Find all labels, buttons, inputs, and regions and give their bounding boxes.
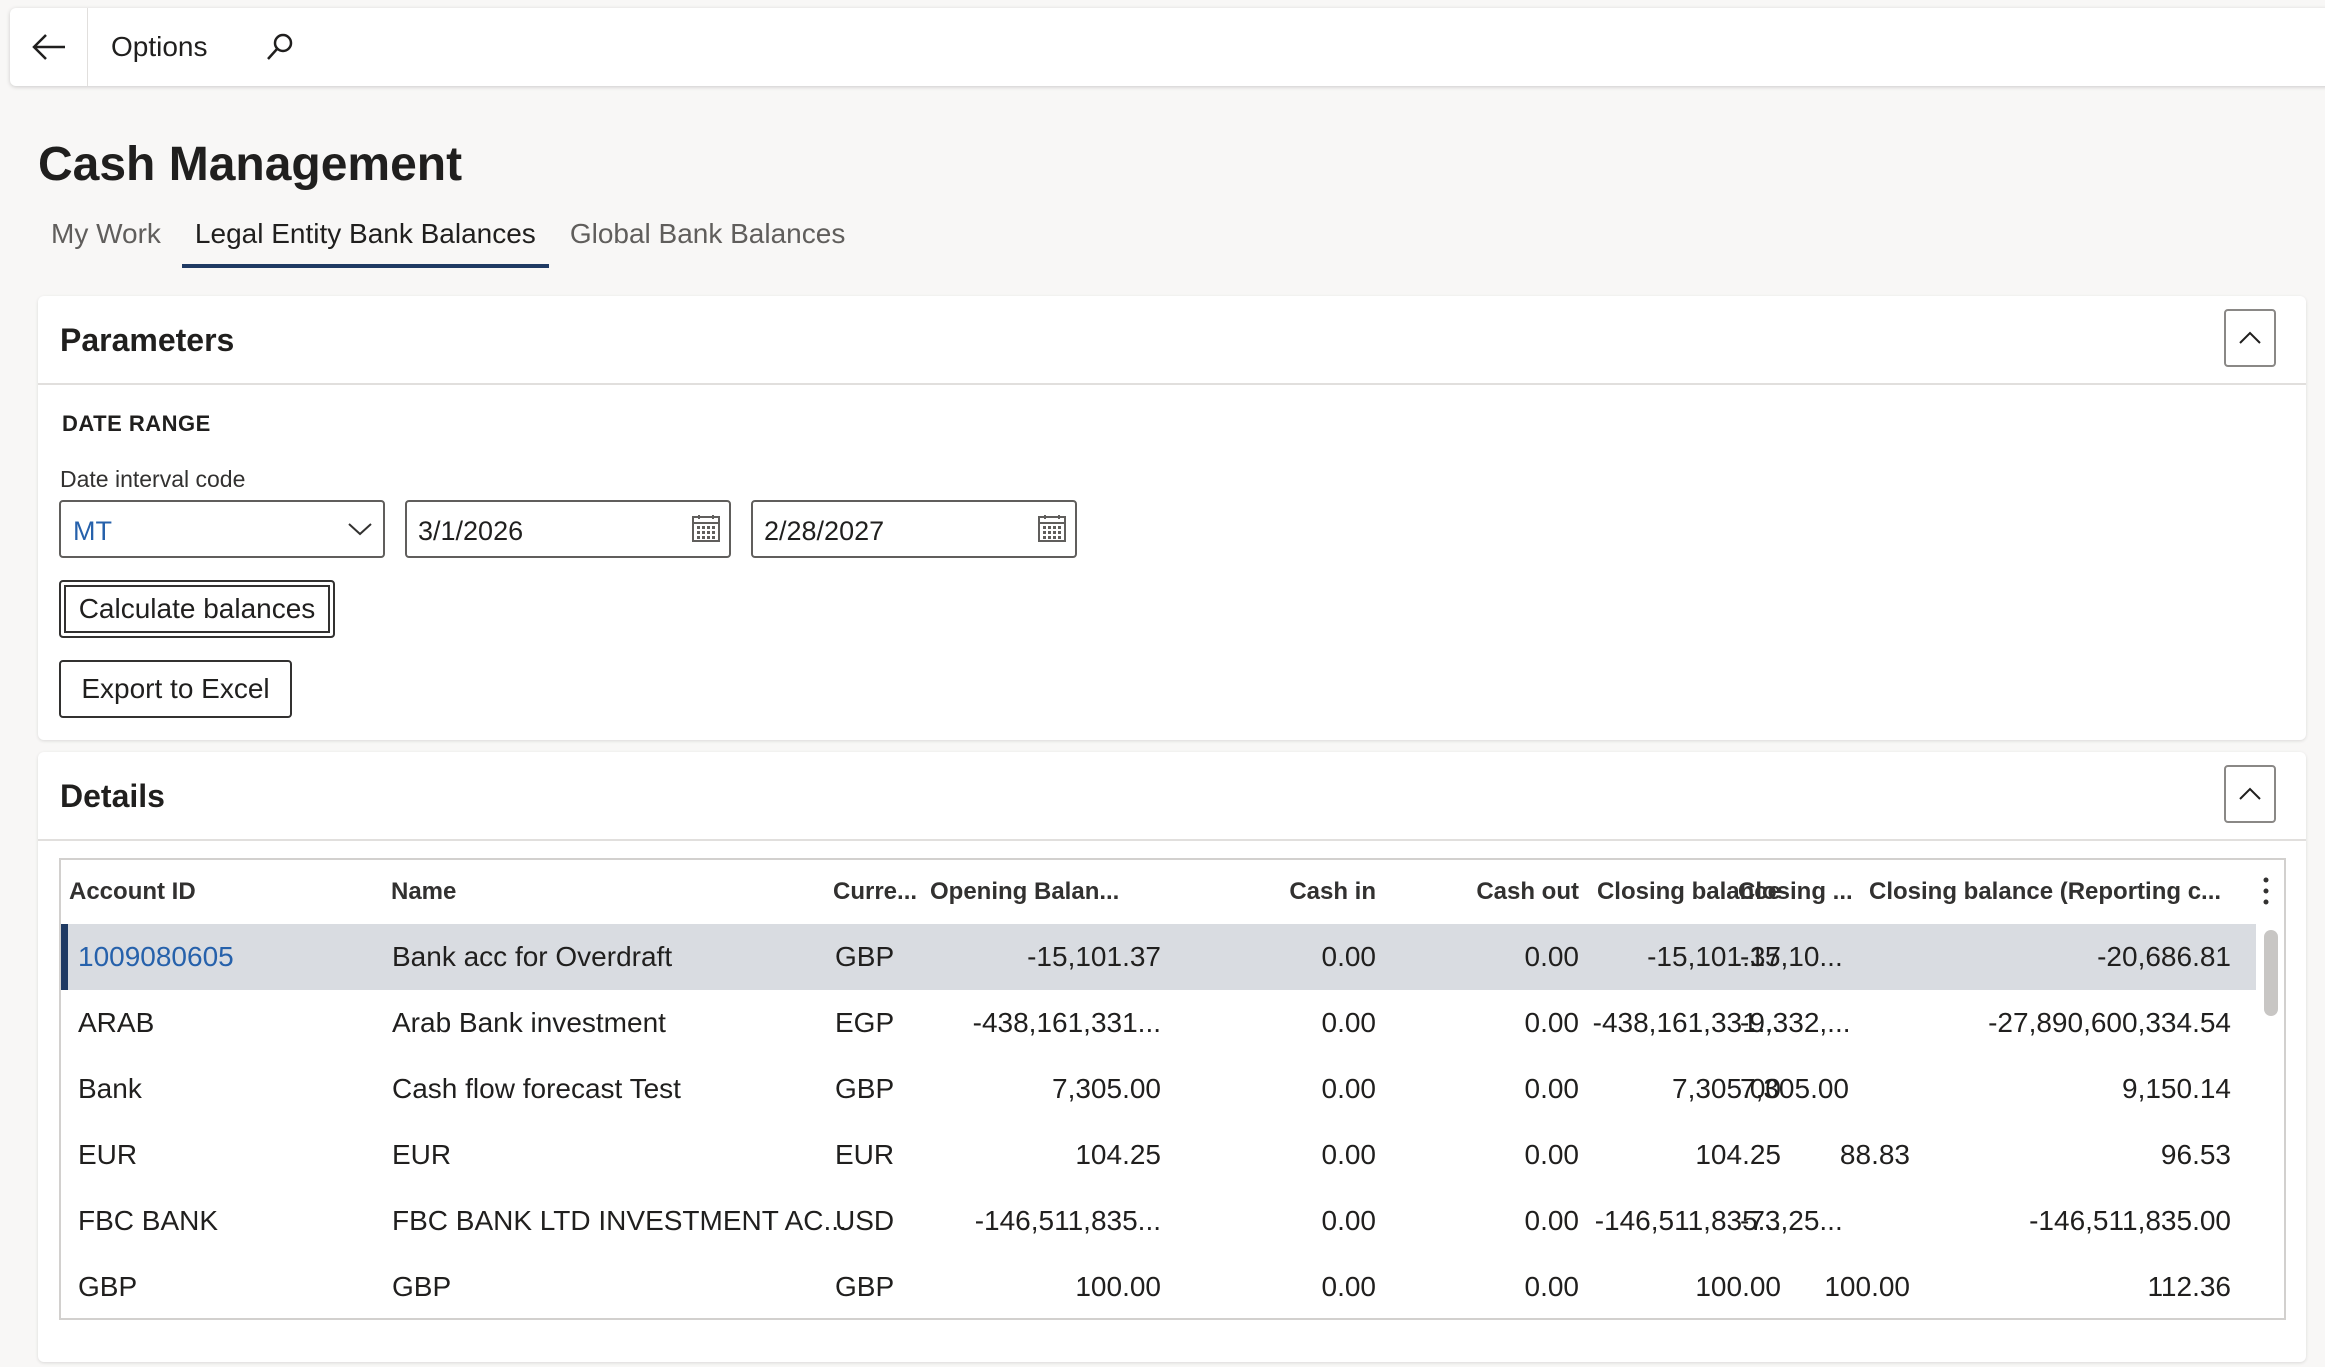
tab-my-work[interactable]: My Work (38, 212, 174, 268)
table-row[interactable]: ARAB Arab Bank investment EGP -438,161,3… (61, 990, 2256, 1056)
cash-in-cell: 0.00 (1321, 1271, 1377, 1302)
chevron-up-icon (2239, 787, 2261, 800)
from-date-value: 3/1/2026 (418, 516, 524, 546)
cash-in-cell: 0.00 (1321, 1073, 1377, 1104)
closing-short-cell: -9,332,... (1740, 1007, 1851, 1038)
column-header-cash-in[interactable]: Cash in (1161, 878, 1376, 906)
back-button[interactable] (10, 8, 88, 86)
cash-in-cell: 0.00 (1321, 941, 1377, 972)
account-id-link[interactable]: 1009080605 (78, 941, 234, 973)
search-button[interactable] (260, 27, 300, 67)
parameters-title: Parameters (60, 322, 235, 358)
tab-global-bank-balances[interactable]: Global Bank Balances (557, 212, 859, 268)
parameters-collapse-button[interactable] (2224, 309, 2276, 367)
parameters-header[interactable]: Parameters (38, 296, 2306, 385)
date-interval-select[interactable]: MT (59, 500, 385, 558)
name-cell: Arab Bank investment (392, 1007, 666, 1038)
cash-in-cell: 0.00 (1321, 1007, 1377, 1038)
cash-in-cell: 0.00 (1321, 1139, 1377, 1170)
table-row[interactable]: Bank Cash flow forecast Test GBP 7,305.0… (61, 1056, 2256, 1122)
closing-reporting-cell: -146,511,835.00 (2029, 1205, 2231, 1236)
workspace-tabs: My Work Legal Entity Bank Balances Globa… (38, 212, 858, 268)
closing-reporting-cell: -20,686.81 (2097, 941, 2231, 972)
closing-short-cell: 100.00 (1824, 1271, 1910, 1302)
details-panel: Details Account ID Name Curre... Opening… (38, 752, 2306, 1362)
options-menu[interactable]: Options (111, 31, 208, 63)
opening-balance-cell: -15,101.37 (1027, 941, 1161, 972)
grid-scrollbar[interactable] (2264, 930, 2278, 1318)
account-id-cell: GBP (78, 1271, 138, 1302)
closing-short-cell: -15,10... (1740, 941, 1843, 972)
chevron-down-icon (348, 523, 372, 536)
action-pane: Options (10, 8, 2325, 86)
from-date-field[interactable]: 3/1/2026 (405, 500, 731, 558)
table-row[interactable]: EUR EUR EUR 104.25 0.00 0.00 104.25 88.8… (61, 1122, 2256, 1188)
parameters-panel: Parameters DATE RANGE Date interval code… (38, 296, 2306, 740)
date-interval-label: Date interval code (60, 466, 246, 492)
column-header-closing-short[interactable]: Closing ... (1738, 878, 1853, 906)
account-id-cell: Bank (78, 1073, 142, 1104)
calculate-balances-button[interactable]: Calculate balances (59, 580, 335, 638)
closing-short-cell: -73,25... (1740, 1205, 1843, 1236)
grid-header: Account ID Name Curre... Opening Balan..… (61, 860, 2284, 924)
chevron-up-icon (2239, 331, 2261, 344)
closing-short-cell: 88.83 (1839, 1139, 1910, 1170)
opening-balance-cell: 7,305.00 (1052, 1073, 1161, 1104)
calendar-icon[interactable] (691, 513, 721, 543)
name-cell: EUR (392, 1139, 452, 1170)
name-cell: Bank acc for Overdraft (392, 941, 673, 972)
currency-cell: USD (835, 1205, 895, 1236)
currency-cell: GBP (835, 941, 895, 972)
name-cell: FBC BANK LTD INVESTMENT AC... (392, 1205, 847, 1236)
opening-balance-cell: -146,511,835... (974, 1205, 1161, 1236)
closing-reporting-cell: 9,150.14 (2122, 1073, 2231, 1104)
date-range-label: DATE RANGE (62, 411, 211, 436)
back-arrow-icon (31, 34, 65, 60)
export-to-excel-button[interactable]: Export to Excel (59, 660, 292, 718)
column-header-currency[interactable]: Curre... (833, 878, 917, 906)
opening-balance-cell: -438,161,331... (972, 1007, 1161, 1038)
table-row[interactable]: FBC BANK FBC BANK LTD INVESTMENT AC... U… (61, 1188, 2256, 1254)
currency-cell: GBP (835, 1271, 895, 1302)
grid-scrollbar-thumb[interactable] (2264, 930, 2278, 1016)
details-header[interactable]: Details (38, 752, 2306, 841)
account-id-cell: ARAB (78, 1007, 155, 1038)
table-row[interactable]: GBP GBP GBP 100.00 0.00 0.00 100.00 100.… (61, 1254, 2256, 1318)
date-interval-value: MT (73, 516, 112, 546)
to-date-field[interactable]: 2/28/2027 (751, 500, 1077, 558)
details-title: Details (60, 778, 165, 814)
details-collapse-button[interactable] (2224, 765, 2276, 823)
currency-cell: EGP (835, 1007, 895, 1038)
currency-cell: GBP (835, 1073, 895, 1104)
closing-reporting-cell: 96.53 (2160, 1139, 2231, 1170)
closing-reporting-cell: -27,890,600,334.54 (1988, 1007, 2231, 1038)
column-header-name[interactable]: Name (391, 878, 456, 906)
currency-cell: EUR (835, 1139, 895, 1170)
column-header-account-id[interactable]: Account ID (69, 878, 196, 906)
more-options-icon[interactable] (2256, 874, 2276, 908)
tab-legal-entity-bank-balances[interactable]: Legal Entity Bank Balances (181, 212, 549, 268)
column-header-opening-balance[interactable]: Opening Balan... (930, 878, 1119, 906)
column-header-closing-balance-reporting[interactable]: Closing balance (Reporting c... (1869, 878, 2221, 906)
name-cell: Cash flow forecast Test (392, 1073, 681, 1104)
opening-balance-cell: 100.00 (1075, 1271, 1161, 1302)
page-title: Cash Management (38, 138, 463, 191)
table-row[interactable]: 1009080605 Bank acc for Overdraft GBP -1… (61, 924, 2256, 990)
search-icon (266, 33, 292, 60)
cash-in-cell: 0.00 (1321, 1205, 1377, 1236)
closing-short-cell: 7,305.00 (1740, 1073, 1849, 1104)
account-id-cell: EUR (78, 1139, 138, 1170)
calendar-icon[interactable] (1037, 513, 1067, 543)
closing-reporting-cell: 112.36 (2147, 1271, 2231, 1302)
name-cell: GBP (392, 1271, 452, 1302)
account-id-cell: FBC BANK (78, 1205, 219, 1236)
bank-balances-grid: Account ID Name Curre... Opening Balan..… (59, 858, 2286, 1320)
opening-balance-cell: 104.25 (1075, 1139, 1161, 1170)
to-date-value: 2/28/2027 (764, 516, 885, 546)
